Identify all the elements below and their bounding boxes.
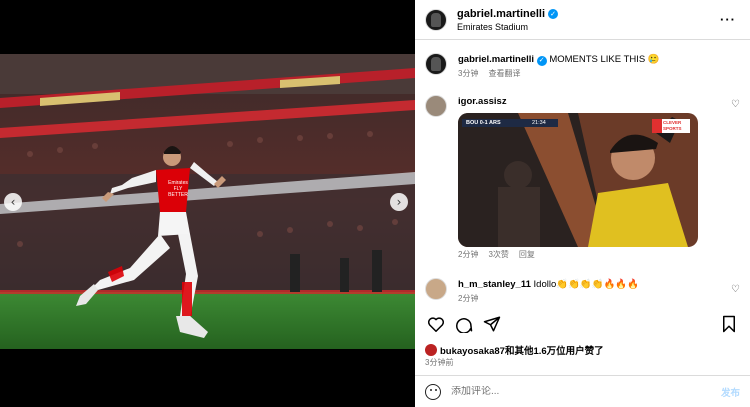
bookmark-icon[interactable] — [718, 314, 740, 334]
verified-badge-icon: ✓ — [536, 55, 547, 66]
likes-text: bukayosaka87和其他1.6万位用户赞了 — [440, 346, 604, 357]
post-comment-button[interactable]: 发布 — [721, 385, 740, 399]
gif-clock: 21:34 — [532, 120, 546, 126]
author-avatar[interactable] — [425, 8, 447, 31]
comment-icon[interactable] — [453, 314, 475, 334]
caption-item: gabriel.martinelli ✓ MOMENTS LIKE THIS 🥲… — [425, 53, 660, 79]
jersey-sponsor: Emirates FLY BETTER — [168, 180, 188, 198]
see-translation-link[interactable]: 查看翻译 — [488, 68, 520, 79]
share-icon[interactable] — [481, 314, 503, 334]
comment-username[interactable]: igor.assisz — [458, 96, 507, 107]
verified-badge-icon: ✓ — [548, 8, 559, 19]
emoji-icon[interactable] — [425, 383, 441, 400]
gif-brand: CLEVER SPORTS — [663, 120, 682, 131]
action-bar — [425, 314, 740, 334]
comment-likes[interactable]: 3次赞 — [488, 249, 508, 260]
instagram-post-window: Emirates FLY BETTER ‹ › gabriel.martinel… — [0, 0, 750, 407]
post-time: 3分钟前 — [425, 358, 454, 367]
gif-scoreboard: BOU 0-1 ARS — [466, 120, 501, 126]
post-photo: Emirates FLY BETTER — [0, 54, 415, 349]
comment-heart-icon[interactable]: ♡ — [731, 284, 740, 295]
post-location[interactable]: Emirates Stadium — [457, 22, 558, 32]
add-comment-bar: 发布 — [415, 375, 750, 407]
comment-item: h_m_stanley_11 Idollo👏👏👏👏🔥🔥🔥 2分钟 — [425, 278, 639, 304]
author-username[interactable]: gabriel.martinelli — [457, 8, 545, 20]
comment-gif[interactable]: BOU 0-1 ARS 21:34 CLEVER SPORTS — [458, 113, 698, 247]
author-avatar[interactable] — [425, 53, 447, 75]
comment-username[interactable]: h_m_stanley_11 — [458, 279, 531, 290]
likes-summary[interactable]: bukayosaka87和其他1.6万位用户赞了 — [425, 343, 604, 357]
caption-username[interactable]: gabriel.martinelli — [458, 54, 534, 65]
commenter-avatar[interactable] — [425, 278, 447, 300]
comment-input[interactable] — [451, 386, 721, 397]
reply-button[interactable]: 回复 — [519, 249, 535, 260]
comment-time: 2分钟 — [458, 294, 479, 303]
comment-time: 2分钟 — [458, 250, 479, 259]
post-panel: gabriel.martinelli ✓ Emirates Stadium ··… — [415, 0, 750, 407]
caption-text: MOMENTS LIKE THIS 🥲 — [549, 54, 660, 65]
chevron-right-icon[interactable]: › — [390, 193, 408, 211]
heart-icon[interactable] — [425, 314, 447, 334]
ellipsis-icon[interactable]: ··· — [720, 12, 736, 27]
comment-item: igor.assisz BOU 0-1 ARS 21:34 CLEVER SPO… — [425, 95, 698, 260]
post-media: Emirates FLY BETTER ‹ › — [0, 0, 415, 407]
liker-avatar — [425, 344, 437, 356]
chevron-left-icon[interactable]: ‹ — [4, 193, 22, 211]
caption-time: 3分钟 — [458, 69, 479, 78]
commenter-avatar[interactable] — [425, 95, 447, 117]
post-header: gabriel.martinelli ✓ Emirates Stadium ··… — [415, 0, 750, 40]
comments-list: gabriel.martinelli ✓ MOMENTS LIKE THIS 🥲… — [415, 41, 750, 304]
comment-text: Idollo👏👏👏👏🔥🔥🔥 — [533, 279, 640, 290]
comment-heart-icon[interactable]: ♡ — [731, 99, 740, 110]
